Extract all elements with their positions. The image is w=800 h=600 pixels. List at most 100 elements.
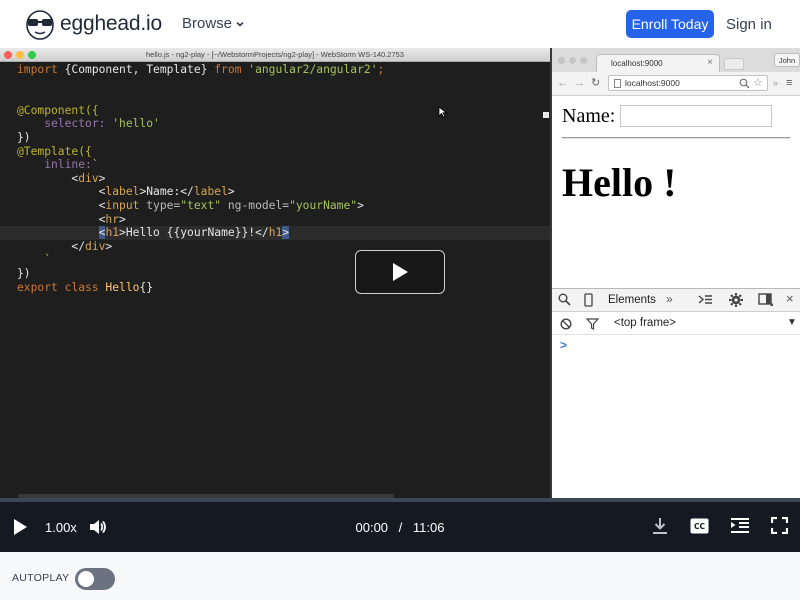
device-mode-icon[interactable] bbox=[584, 293, 593, 307]
autoplay-bar: AUTOPLAY bbox=[0, 552, 800, 600]
code-line: <label>Name:</label> bbox=[0, 185, 550, 199]
code-line: }) bbox=[0, 131, 550, 145]
page-icon bbox=[614, 79, 621, 88]
console-prompt[interactable]: > bbox=[560, 338, 567, 352]
close-icon[interactable]: × bbox=[786, 291, 794, 306]
code-token: >Name:</ bbox=[139, 185, 194, 199]
download-icon[interactable] bbox=[652, 517, 668, 535]
page-divider bbox=[562, 137, 790, 139]
code-token: }) bbox=[17, 266, 31, 280]
code-token: >Hello {{yourName}}!</ bbox=[119, 226, 269, 240]
ide-window-title: hello.js - ng2-play - [~/WebstormProject… bbox=[146, 50, 404, 59]
gear-icon[interactable] bbox=[728, 292, 744, 308]
frame-selector-row: <top frame> ▼ bbox=[552, 313, 800, 335]
code-line: <input type="text" ng-model="yourName"> bbox=[0, 199, 550, 213]
back-arrow-icon[interactable]: ← bbox=[557, 76, 568, 90]
reload-icon[interactable]: ↻ bbox=[591, 76, 600, 90]
close-icon[interactable]: × bbox=[707, 57, 713, 68]
code-line: </div> bbox=[0, 240, 550, 254]
devtools-toolbar: Elements » × bbox=[552, 289, 800, 312]
code-token: div bbox=[85, 239, 106, 253]
code-line: }) bbox=[0, 267, 550, 281]
dock-side-icon[interactable] bbox=[758, 293, 774, 307]
big-play-button[interactable] bbox=[355, 250, 445, 294]
browser-tab-title: localhost:9000 bbox=[611, 59, 663, 68]
name-input[interactable] bbox=[620, 105, 772, 127]
code-token: > bbox=[282, 226, 290, 240]
code-token: < bbox=[17, 212, 106, 226]
autoplay-toggle[interactable] bbox=[75, 568, 115, 590]
clear-console-icon[interactable] bbox=[560, 318, 572, 330]
svg-text:CC: CC bbox=[694, 522, 706, 531]
chevron-down-icon bbox=[236, 21, 244, 27]
code-editor: import {Component, Template} from 'angul… bbox=[0, 63, 550, 294]
code-line: export class Hello{} bbox=[0, 281, 550, 295]
editor-marker-icon bbox=[543, 112, 549, 118]
code-token: > bbox=[357, 198, 364, 212]
code-token: ng-model= bbox=[227, 198, 290, 212]
console-drawer-icon[interactable] bbox=[698, 293, 713, 306]
address-bar[interactable]: localhost:9000 ☆ bbox=[608, 75, 768, 91]
search-icon[interactable] bbox=[558, 293, 571, 306]
minimize-dot-icon bbox=[569, 57, 576, 64]
play-icon bbox=[393, 263, 408, 281]
forward-arrow-icon[interactable]: → bbox=[574, 76, 585, 90]
transcript-icon[interactable] bbox=[730, 517, 750, 535]
extensions-overflow-icon[interactable]: » bbox=[773, 76, 778, 90]
profile-button[interactable]: John bbox=[774, 53, 800, 67]
code-token: 'hello' bbox=[112, 117, 160, 131]
browser-tabstrip: localhost:9000 × John bbox=[552, 48, 800, 72]
new-tab-button[interactable] bbox=[724, 58, 744, 70]
browser-window: localhost:9000 × John ← → ↻ localhost:90… bbox=[550, 48, 800, 498]
code-token: < bbox=[17, 171, 79, 185]
browse-menu[interactable]: Browse bbox=[182, 15, 245, 32]
toggle-knob bbox=[78, 571, 94, 587]
mouse-cursor-icon bbox=[438, 106, 448, 118]
current-time: 00:00 bbox=[355, 520, 389, 535]
code-token: hr bbox=[105, 212, 120, 226]
code-token: selector: bbox=[17, 117, 113, 131]
closed-captions-icon[interactable]: CC bbox=[690, 518, 709, 534]
code-token: h1 bbox=[105, 226, 120, 240]
code-token: > bbox=[227, 185, 235, 199]
close-dot-icon bbox=[558, 57, 565, 64]
address-text: localhost:9000 bbox=[625, 78, 680, 88]
code-token: export class bbox=[17, 280, 106, 294]
fullscreen-icon[interactable] bbox=[771, 517, 788, 534]
code-token: 'angular2/angular2' bbox=[248, 63, 378, 76]
name-label: Name: bbox=[562, 105, 616, 127]
enroll-button[interactable]: Enroll Today bbox=[626, 10, 714, 38]
code-token: @Template({ bbox=[17, 144, 92, 158]
dropdown-arrow-icon[interactable]: ▼ bbox=[787, 317, 797, 328]
code-token: "yourName" bbox=[289, 198, 358, 212]
menu-icon[interactable]: ≡ bbox=[786, 76, 792, 90]
search-icon bbox=[739, 78, 750, 89]
filter-icon[interactable] bbox=[586, 318, 599, 330]
code-token: < bbox=[17, 185, 106, 199]
more-tabs-button[interactable]: » bbox=[666, 292, 673, 306]
autoplay-label: AUTOPLAY bbox=[12, 572, 70, 584]
signin-link[interactable]: Sign in bbox=[726, 16, 772, 33]
code-line: ` bbox=[0, 253, 550, 267]
code-token: import bbox=[17, 63, 65, 76]
frame-selector[interactable]: <top frame> bbox=[614, 317, 676, 329]
logo[interactable]: egghead.io bbox=[24, 8, 162, 40]
player-controls: 1.00x 00:00 / 11:06 CC bbox=[0, 502, 800, 552]
code-token: {Component, Template} bbox=[64, 63, 215, 76]
tab-elements[interactable]: Elements bbox=[608, 294, 656, 306]
code-token: Hello bbox=[105, 280, 140, 294]
code-token: "text" bbox=[180, 198, 228, 212]
browser-tab[interactable]: localhost:9000 × bbox=[596, 54, 720, 72]
code-line: inline:` bbox=[0, 158, 550, 172]
time-separator: / bbox=[398, 520, 403, 535]
code-line: <h1>Hello {{yourName}}!</h1> bbox=[0, 226, 550, 240]
code-line: <div> bbox=[0, 172, 550, 186]
code-token: h1 bbox=[268, 226, 283, 240]
code-token: type= bbox=[146, 198, 181, 212]
browse-label: Browse bbox=[182, 15, 233, 32]
egghead-logo-icon bbox=[26, 10, 54, 40]
bookmark-star-icon[interactable]: ☆ bbox=[753, 76, 763, 89]
code-line: @Template({ bbox=[0, 145, 550, 159]
video-player[interactable]: hello.js - ng2-play - [~/WebstormProject… bbox=[0, 48, 800, 552]
